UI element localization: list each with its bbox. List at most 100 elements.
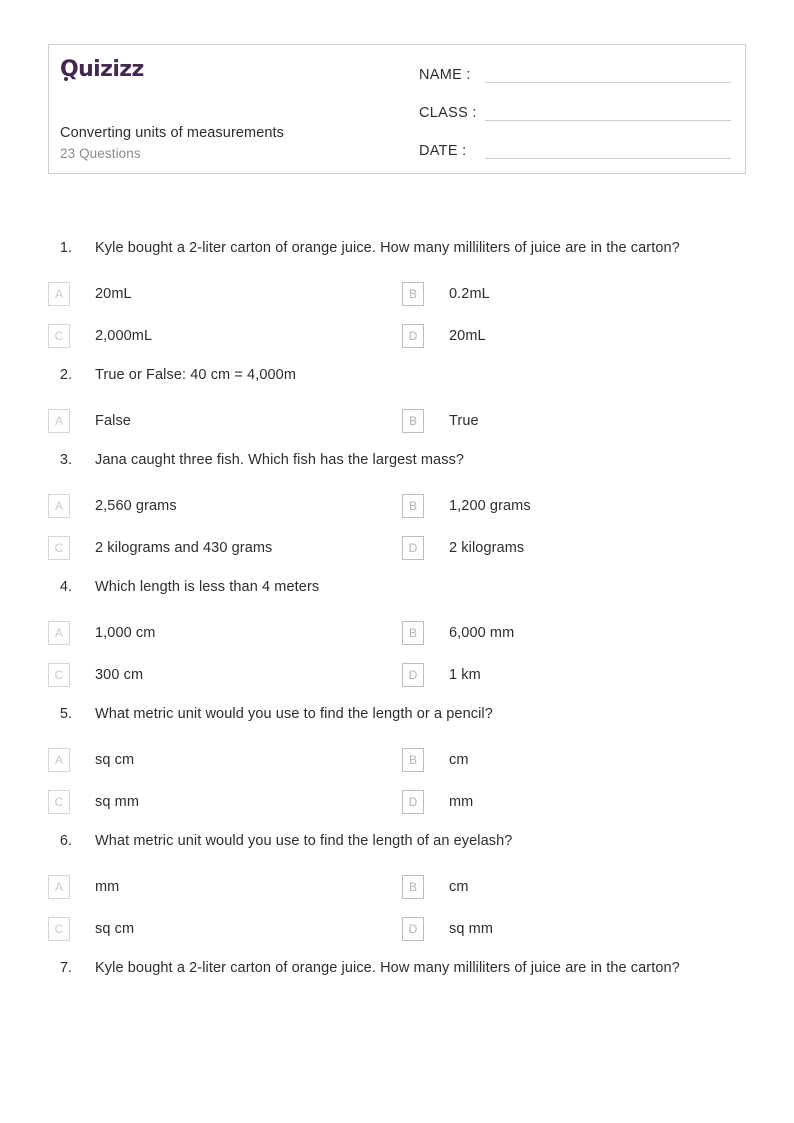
date-field-row: DATE :: [419, 139, 731, 159]
question-row: 2. True or False: 40 cm = 4,000m: [48, 363, 746, 387]
option-letter-box[interactable]: A: [48, 748, 70, 772]
name-field-row: NAME :: [419, 63, 731, 83]
answer-option-c[interactable]: C 2 kilograms and 430 grams: [48, 527, 397, 569]
answer-option-d[interactable]: D 2 kilograms: [397, 527, 746, 569]
question-number: 1.: [59, 240, 72, 256]
answer-option-d[interactable]: D 20mL: [397, 315, 746, 357]
option-letter-box[interactable]: B: [402, 748, 424, 772]
option-letter-box[interactable]: D: [402, 536, 424, 560]
option-label: 2 kilograms and 430 grams: [95, 540, 273, 556]
option-label: 20mL: [95, 286, 132, 302]
answer-options: A 1,000 cm B 6,000 mm C 300 cm D 1 km: [48, 612, 746, 696]
answer-option-b[interactable]: Bcm: [397, 739, 746, 781]
option-letter-box[interactable]: B: [402, 409, 424, 433]
answer-options: A 2,560 grams B 1,200 grams C 2 kilograms and…: [48, 485, 746, 569]
worksheet-header-card: Quizizz Converting units of measurements…: [48, 44, 746, 174]
option-letter-box[interactable]: D: [402, 324, 424, 348]
option-label: mm: [449, 794, 474, 810]
answer-option-c[interactable]: C 300 cm: [48, 654, 397, 696]
name-input-line[interactable]: [485, 66, 731, 83]
option-letter-box[interactable]: B: [402, 621, 424, 645]
class-input-line[interactable]: [485, 104, 731, 121]
question-text: True or False: 40 cm = 4,000m: [95, 367, 297, 383]
answer-option-a[interactable]: A 1,000 cm: [48, 612, 397, 654]
option-letter-box[interactable]: A: [48, 621, 70, 645]
logo-q-glyph: Q: [60, 57, 79, 82]
option-letter-box[interactable]: D: [402, 663, 424, 687]
option-label: False: [95, 413, 131, 429]
option-label: 1,000 cm: [95, 625, 156, 641]
questions-list: 1. Kyle bought a 2-liter carton of orange…: [0, 236, 794, 986]
question-number: 2.: [59, 367, 72, 383]
question-text: Kyle bought a 2-liter carton of orange j…: [95, 240, 680, 256]
answer-option-a[interactable]: Amm: [48, 866, 397, 908]
question-text: What metric unit would you use to find t…: [95, 833, 513, 849]
answer-option-a[interactable]: Asq cm: [48, 739, 397, 781]
question-text: Kyle bought a 2-liter carton of orange j…: [95, 960, 680, 976]
option-letter-box[interactable]: C: [48, 536, 70, 560]
option-label: 6,000 mm: [449, 625, 515, 641]
option-letter-box[interactable]: A: [48, 875, 70, 899]
answer-option-b[interactable]: B 0.2mL: [397, 273, 746, 315]
class-field-label: CLASS :: [419, 105, 477, 121]
option-label: 20mL: [449, 328, 486, 344]
option-label: sq cm: [95, 921, 135, 937]
answer-option-c[interactable]: Csq mm: [48, 781, 397, 823]
option-letter-box[interactable]: A: [48, 494, 70, 518]
question-row: 7. Kyle bought a 2-liter carton of orange…: [48, 956, 746, 980]
option-letter-box[interactable]: D: [402, 917, 424, 941]
question-row: 1. Kyle bought a 2-liter carton of orange…: [48, 236, 746, 260]
question-number: 5.: [59, 706, 72, 722]
option-label: 2,560 grams: [95, 498, 177, 514]
answer-option-a[interactable]: A False: [48, 400, 397, 442]
answer-option-b[interactable]: B 6,000 mm: [397, 612, 746, 654]
option-label: cm: [449, 879, 469, 895]
option-label: 300 cm: [95, 667, 144, 683]
question-block: 4. Which length is less than 4 meters A 1,0…: [0, 575, 794, 702]
option-letter-box[interactable]: A: [48, 409, 70, 433]
option-label: True: [449, 413, 479, 429]
option-label: mm: [95, 879, 120, 895]
date-input-line[interactable]: [485, 142, 731, 159]
option-letter-box[interactable]: B: [402, 875, 424, 899]
answer-option-d[interactable]: Dsq mm: [397, 908, 746, 950]
answer-option-c[interactable]: Csq cm: [48, 908, 397, 950]
student-info-fields: NAME : CLASS : DATE :: [409, 45, 745, 173]
option-letter-box[interactable]: D: [402, 790, 424, 814]
option-label: cm: [449, 752, 469, 768]
option-label: 0.2mL: [449, 286, 490, 302]
answer-option-a[interactable]: A 20mL: [48, 273, 397, 315]
option-letter-box[interactable]: C: [48, 663, 70, 687]
option-label: sq cm: [95, 752, 135, 768]
page-title: Converting units of measurements: [60, 125, 285, 141]
question-number: 6.: [59, 833, 72, 849]
question-row: 6. What metric unit would you use to find…: [48, 829, 746, 853]
question-row: 4. Which length is less than 4 meters: [48, 575, 746, 599]
class-field-row: CLASS :: [419, 101, 731, 121]
answer-option-b[interactable]: B True: [397, 400, 746, 442]
option-letter-box[interactable]: C: [48, 790, 70, 814]
question-number: 4.: [59, 579, 72, 595]
option-letter-box[interactable]: B: [402, 494, 424, 518]
question-text: What metric unit would you use to find t…: [95, 706, 493, 722]
question-row: 3. Jana caught three fish. Which fish has…: [48, 448, 746, 472]
option-letter-box[interactable]: C: [48, 917, 70, 941]
answer-option-b[interactable]: B 1,200 grams: [397, 485, 746, 527]
answer-options: A 20mL B 0.2mL C 2,000mL D 20mL: [48, 273, 746, 357]
logo-text-rest: uizizz: [78, 57, 144, 82]
question-number: 7.: [59, 960, 72, 976]
answer-option-a[interactable]: A 2,560 grams: [48, 485, 397, 527]
question-text: Which length is less than 4 meters: [95, 579, 320, 595]
option-letter-box[interactable]: B: [402, 282, 424, 306]
question-block: 3. Jana caught three fish. Which fish has…: [0, 448, 794, 575]
date-field-label: DATE :: [419, 143, 467, 159]
option-letter-box[interactable]: C: [48, 324, 70, 348]
answer-option-d[interactable]: D 1 km: [397, 654, 746, 696]
question-text: Jana caught three fish. Which fish has t…: [95, 452, 465, 468]
answer-option-c[interactable]: C 2,000mL: [48, 315, 397, 357]
answer-option-d[interactable]: Dmm: [397, 781, 746, 823]
answer-option-b[interactable]: Bcm: [397, 866, 746, 908]
option-letter-box[interactable]: A: [48, 282, 70, 306]
question-count-label: 23 Questions: [60, 146, 141, 161]
option-label: 1,200 grams: [449, 498, 531, 514]
